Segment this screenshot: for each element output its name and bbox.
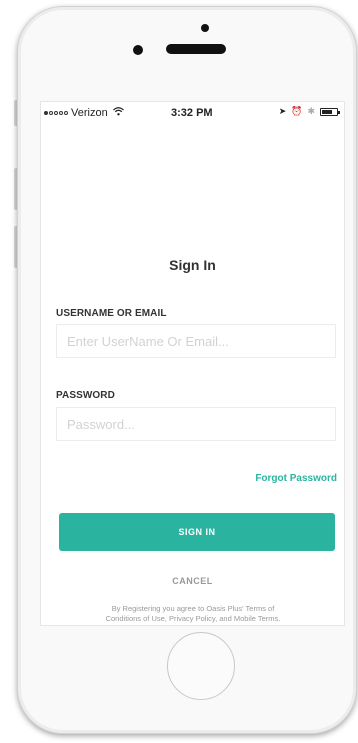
status-bar: Verizon 3:32 PM ➤ ⏰ ✱ bbox=[41, 102, 344, 124]
home-button[interactable] bbox=[167, 632, 235, 700]
password-label: PASSWORD bbox=[56, 390, 115, 401]
password-input[interactable] bbox=[56, 407, 336, 441]
phone-screen: Verizon 3:32 PM ➤ ⏰ ✱ Sign In USERNAME O… bbox=[40, 101, 345, 626]
cancel-button[interactable]: CANCEL bbox=[41, 576, 344, 586]
status-time: 3:32 PM bbox=[171, 107, 213, 119]
signal-strength-icon bbox=[44, 111, 68, 115]
location-icon: ➤ bbox=[278, 106, 287, 116]
alarm-icon: ⏰ bbox=[291, 106, 303, 116]
page-title: Sign In bbox=[169, 257, 216, 273]
front-camera bbox=[201, 24, 209, 32]
earpiece-speaker bbox=[166, 44, 226, 54]
status-bar-left: Verizon bbox=[44, 107, 124, 119]
sign-in-button[interactable]: SIGN IN bbox=[59, 513, 335, 551]
terms-notice: By Registering you agree to Oasis Plus' … bbox=[51, 604, 335, 624]
terms-line-1: By Registering you agree to Oasis Plus' … bbox=[111, 604, 275, 613]
username-label: USERNAME OR EMAIL bbox=[56, 308, 167, 319]
carrier-name: Verizon bbox=[71, 107, 108, 119]
battery-icon bbox=[320, 107, 340, 116]
wifi-icon bbox=[112, 107, 124, 119]
terms-line-2: Conditions of Use, Privacy Policy, and M… bbox=[105, 614, 281, 623]
proximity-sensor bbox=[133, 45, 143, 55]
status-bar-right: ➤ ⏰ ✱ bbox=[278, 106, 340, 117]
forgot-password-link[interactable]: Forgot Password bbox=[255, 473, 337, 484]
username-input[interactable] bbox=[56, 324, 336, 358]
bluetooth-icon: ✱ bbox=[307, 106, 315, 116]
